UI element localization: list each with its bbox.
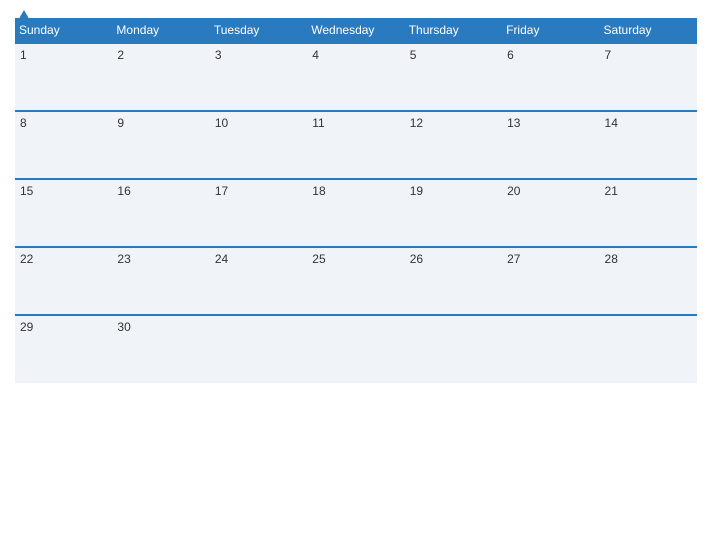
day-number: 15 (20, 184, 33, 198)
day-number: 8 (20, 116, 27, 130)
calendar-cell: 19 (405, 179, 502, 247)
day-number: 30 (117, 320, 130, 334)
weekday-header-thursday: Thursday (405, 18, 502, 43)
calendar-cell: 13 (502, 111, 599, 179)
calendar-cell: 11 (307, 111, 404, 179)
calendar-cell: 29 (15, 315, 112, 383)
day-number: 14 (605, 116, 618, 130)
day-number: 20 (507, 184, 520, 198)
calendar-cell: 27 (502, 247, 599, 315)
calendar-cell: 15 (15, 179, 112, 247)
calendar-container: SundayMondayTuesdayWednesdayThursdayFrid… (0, 0, 712, 550)
calendar-cell: 24 (210, 247, 307, 315)
day-number: 25 (312, 252, 325, 266)
day-number: 18 (312, 184, 325, 198)
weekday-header-wednesday: Wednesday (307, 18, 404, 43)
calendar-cell: 9 (112, 111, 209, 179)
day-number: 24 (215, 252, 228, 266)
day-number: 28 (605, 252, 618, 266)
logo (15, 10, 31, 22)
week-row-5: 29 30 (15, 315, 697, 383)
calendar-cell: 6 (502, 43, 599, 111)
day-number: 21 (605, 184, 618, 198)
calendar-cell: 28 (600, 247, 697, 315)
calendar-cell (210, 315, 307, 383)
calendar-cell: 26 (405, 247, 502, 315)
calendar-cell: 25 (307, 247, 404, 315)
day-number: 10 (215, 116, 228, 130)
day-number: 13 (507, 116, 520, 130)
day-number: 5 (410, 48, 417, 62)
week-row-4: 22 23 24 25 26 27 28 (15, 247, 697, 315)
calendar-cell (307, 315, 404, 383)
day-number: 3 (215, 48, 222, 62)
day-number: 4 (312, 48, 319, 62)
calendar-cell: 20 (502, 179, 599, 247)
day-number: 1 (20, 48, 27, 62)
day-number: 11 (312, 116, 324, 130)
calendar-cell: 21 (600, 179, 697, 247)
day-number: 29 (20, 320, 33, 334)
calendar-cell: 2 (112, 43, 209, 111)
calendar-cell: 18 (307, 179, 404, 247)
weekday-header-row: SundayMondayTuesdayWednesdayThursdayFrid… (15, 18, 697, 43)
week-row-2: 8 9 10 11 12 13 14 (15, 111, 697, 179)
calendar-cell: 1 (15, 43, 112, 111)
calendar-cell: 7 (600, 43, 697, 111)
week-row-1: 1 2 3 4 5 6 7 (15, 43, 697, 111)
day-number: 27 (507, 252, 520, 266)
calendar-cell: 30 (112, 315, 209, 383)
weekday-header-monday: Monday (112, 18, 209, 43)
day-number: 7 (605, 48, 612, 62)
weekday-header-tuesday: Tuesday (210, 18, 307, 43)
calendar-cell: 10 (210, 111, 307, 179)
calendar-cell: 4 (307, 43, 404, 111)
calendar-cell (502, 315, 599, 383)
day-number: 6 (507, 48, 514, 62)
day-number: 2 (117, 48, 124, 62)
day-number: 9 (117, 116, 124, 130)
calendar-cell: 12 (405, 111, 502, 179)
day-number: 19 (410, 184, 423, 198)
calendar-table: SundayMondayTuesdayWednesdayThursdayFrid… (15, 18, 697, 383)
weekday-header-friday: Friday (502, 18, 599, 43)
week-row-3: 15 16 17 18 19 20 21 (15, 179, 697, 247)
day-number: 16 (117, 184, 130, 198)
calendar-cell: 3 (210, 43, 307, 111)
weekday-header-saturday: Saturday (600, 18, 697, 43)
day-number: 12 (410, 116, 423, 130)
day-number: 23 (117, 252, 130, 266)
calendar-cell: 22 (15, 247, 112, 315)
logo-triangle-icon (17, 10, 31, 22)
calendar-cell (600, 315, 697, 383)
day-number: 22 (20, 252, 33, 266)
calendar-cell: 14 (600, 111, 697, 179)
calendar-cell: 23 (112, 247, 209, 315)
calendar-cell: 5 (405, 43, 502, 111)
calendar-cell: 8 (15, 111, 112, 179)
calendar-cell: 16 (112, 179, 209, 247)
calendar-cell: 17 (210, 179, 307, 247)
day-number: 26 (410, 252, 423, 266)
day-number: 17 (215, 184, 228, 198)
calendar-cell (405, 315, 502, 383)
